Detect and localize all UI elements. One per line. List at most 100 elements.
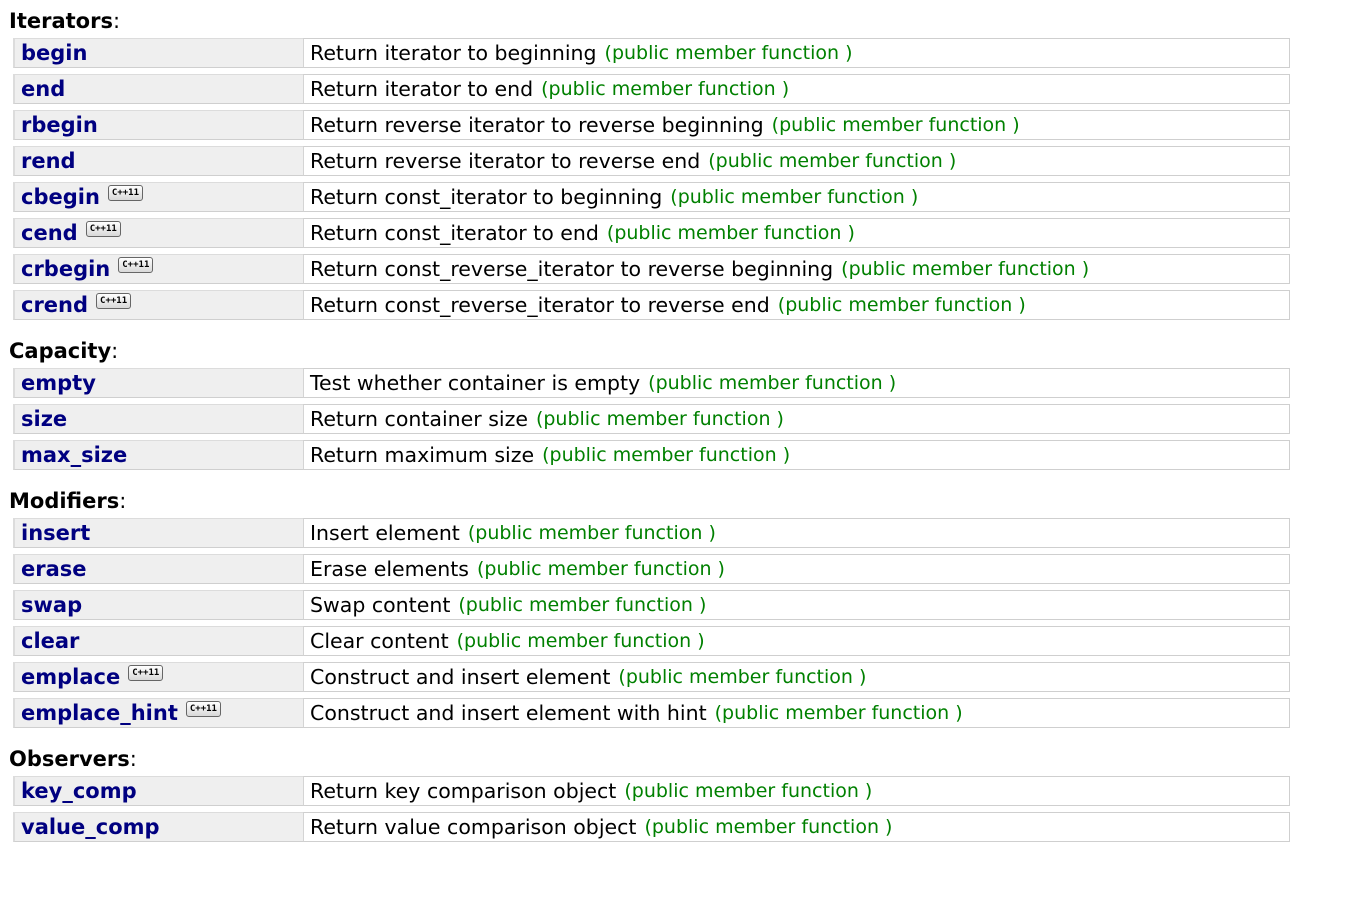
member-description: Swap content (310, 593, 451, 617)
member-name-cell: cbegin C++11 (13, 182, 303, 212)
member-type-note: (public member function ) (777, 294, 1026, 316)
member-name-cell: value_comp (13, 812, 303, 842)
member-name-cell: emplace C++11 (13, 662, 303, 692)
section-observers: Observers: key_comp Return key comparison … (8, 746, 1348, 842)
cpp11-badge: C++11 (96, 293, 132, 309)
member-description-cell: Return const_iterator to beginning (publi… (303, 182, 1290, 212)
member-link-max-size[interactable]: max_size (21, 443, 127, 467)
member-description-cell: Return key comparison object (public memb… (303, 776, 1290, 806)
member-row: insert Insert element (public member funct… (13, 518, 1290, 548)
member-description: Construct and insert element (310, 665, 611, 689)
member-link-empty[interactable]: empty (21, 371, 96, 395)
member-name-cell: max_size (13, 440, 303, 470)
member-description: Return container size (310, 407, 528, 431)
member-type-note: (public member function ) (771, 114, 1020, 136)
member-type-note: (public member function ) (458, 594, 707, 616)
section-title: Iterators (9, 9, 113, 33)
member-description-cell: Clear content (public member function ) (303, 626, 1290, 656)
section-iterators: Iterators: begin Return iterator to beginn… (8, 8, 1348, 320)
member-name-cell: cend C++11 (13, 218, 303, 248)
member-row: swap Swap content (public member function … (13, 590, 1290, 620)
member-description-cell: Test whether container is empty (public m… (303, 368, 1290, 398)
member-description: Return iterator to end (310, 77, 534, 101)
member-row: rend Return reverse iterator to reverse e… (13, 146, 1290, 176)
member-link-key-comp[interactable]: key_comp (21, 779, 137, 803)
member-description-cell: Return const_reverse_iterator to reverse… (303, 254, 1290, 284)
member-description: Return const_reverse_iterator to reverse… (310, 257, 834, 281)
member-type-note: (public member function ) (606, 222, 855, 244)
member-name-cell: empty (13, 368, 303, 398)
section-title: Modifiers (9, 489, 120, 513)
member-row: empty Test whether container is empty (pub… (13, 368, 1290, 398)
member-link-clear[interactable]: clear (21, 629, 79, 653)
member-type-note: (public member function ) (542, 444, 791, 466)
member-row: cbegin C++11 Return const_iterator to begi… (13, 182, 1290, 212)
member-link-emplace-hint[interactable]: emplace_hint (21, 701, 178, 725)
member-description-cell: Return reverse iterator to reverse begin… (303, 110, 1290, 140)
member-link-rbegin[interactable]: rbegin (21, 113, 98, 137)
member-table: key_comp Return key comparison object (pub… (13, 776, 1290, 842)
section-heading: Observers: (9, 746, 1348, 772)
member-type-note: (public member function ) (541, 78, 790, 100)
member-description: Return maximum size (310, 443, 535, 467)
member-name-cell: rbegin (13, 110, 303, 140)
member-link-emplace[interactable]: emplace (21, 665, 120, 689)
member-link-cbegin[interactable]: cbegin (21, 185, 100, 209)
cpp11-badge: C++11 (85, 221, 121, 237)
member-description-cell: Construct and insert element (public memb… (303, 662, 1290, 692)
member-type-note: (public member function ) (604, 42, 853, 64)
section-title: Observers (9, 747, 130, 771)
member-name-cell: end (13, 74, 303, 104)
section-heading: Capacity: (9, 338, 1348, 364)
cpp11-badge: C++11 (118, 257, 154, 273)
member-link-erase[interactable]: erase (21, 557, 87, 581)
member-description-cell: Swap content (public member function ) (303, 590, 1290, 620)
member-description: Insert element (310, 521, 460, 545)
member-description: Return reverse iterator to reverse end (310, 149, 701, 173)
section-title-colon: : (119, 489, 127, 513)
member-row: emplace C++11 Construct and insert element… (13, 662, 1290, 692)
member-description: Test whether container is empty (310, 371, 641, 395)
section-heading: Iterators: (9, 8, 1348, 34)
member-type-note: (public member function ) (644, 816, 893, 838)
section-modifiers: Modifiers: insert Insert element (public me… (8, 488, 1348, 728)
member-type-note: (public member function ) (708, 150, 957, 172)
member-description-cell: Return const_iterator to end (public memb… (303, 218, 1290, 248)
member-name-cell: clear (13, 626, 303, 656)
member-description-cell: Erase elements (public member function ) (303, 554, 1290, 584)
member-type-note: (public member function ) (535, 408, 784, 430)
member-name-cell: rend (13, 146, 303, 176)
member-type-note: (public member function ) (456, 630, 705, 652)
member-link-end[interactable]: end (21, 77, 65, 101)
member-row: crbegin C++11 Return const_reverse_iterato… (13, 254, 1290, 284)
member-link-size[interactable]: size (21, 407, 67, 431)
section-title: Capacity (9, 339, 112, 363)
member-row: crend C++11 Return const_reverse_iterator … (13, 290, 1290, 320)
member-reference-list: Iterators: begin Return iterator to beginn… (0, 0, 1348, 842)
member-link-crbegin[interactable]: crbegin (21, 257, 110, 281)
cpp11-badge: C++11 (107, 185, 143, 201)
member-description: Return const_iterator to beginning (310, 185, 663, 209)
member-link-swap[interactable]: swap (21, 593, 82, 617)
member-link-cend[interactable]: cend (21, 221, 78, 245)
member-row: clear Clear content (public member functio… (13, 626, 1290, 656)
member-description: Return reverse iterator to reverse begin… (310, 113, 764, 137)
member-table: insert Insert element (public member funct… (13, 518, 1290, 728)
member-row: size Return container size (public member … (13, 404, 1290, 434)
member-row: max_size Return maximum size (public membe… (13, 440, 1290, 470)
member-name-cell: begin (13, 38, 303, 68)
member-link-value-comp[interactable]: value_comp (21, 815, 160, 839)
member-row: begin Return iterator to beginning (public… (13, 38, 1290, 68)
member-name-cell: emplace_hint C++11 (13, 698, 303, 728)
member-description: Construct and insert element with hint (310, 701, 707, 725)
member-link-insert[interactable]: insert (21, 521, 90, 545)
member-name-cell: erase (13, 554, 303, 584)
member-link-rend[interactable]: rend (21, 149, 76, 173)
member-description-cell: Return iterator to end (public member fun… (303, 74, 1290, 104)
member-name-cell: crend C++11 (13, 290, 303, 320)
member-description: Return value comparison object (310, 815, 637, 839)
member-type-note: (public member function ) (618, 666, 867, 688)
member-link-crend[interactable]: crend (21, 293, 88, 317)
member-type-note: (public member function ) (714, 702, 963, 724)
member-link-begin[interactable]: begin (21, 41, 87, 65)
